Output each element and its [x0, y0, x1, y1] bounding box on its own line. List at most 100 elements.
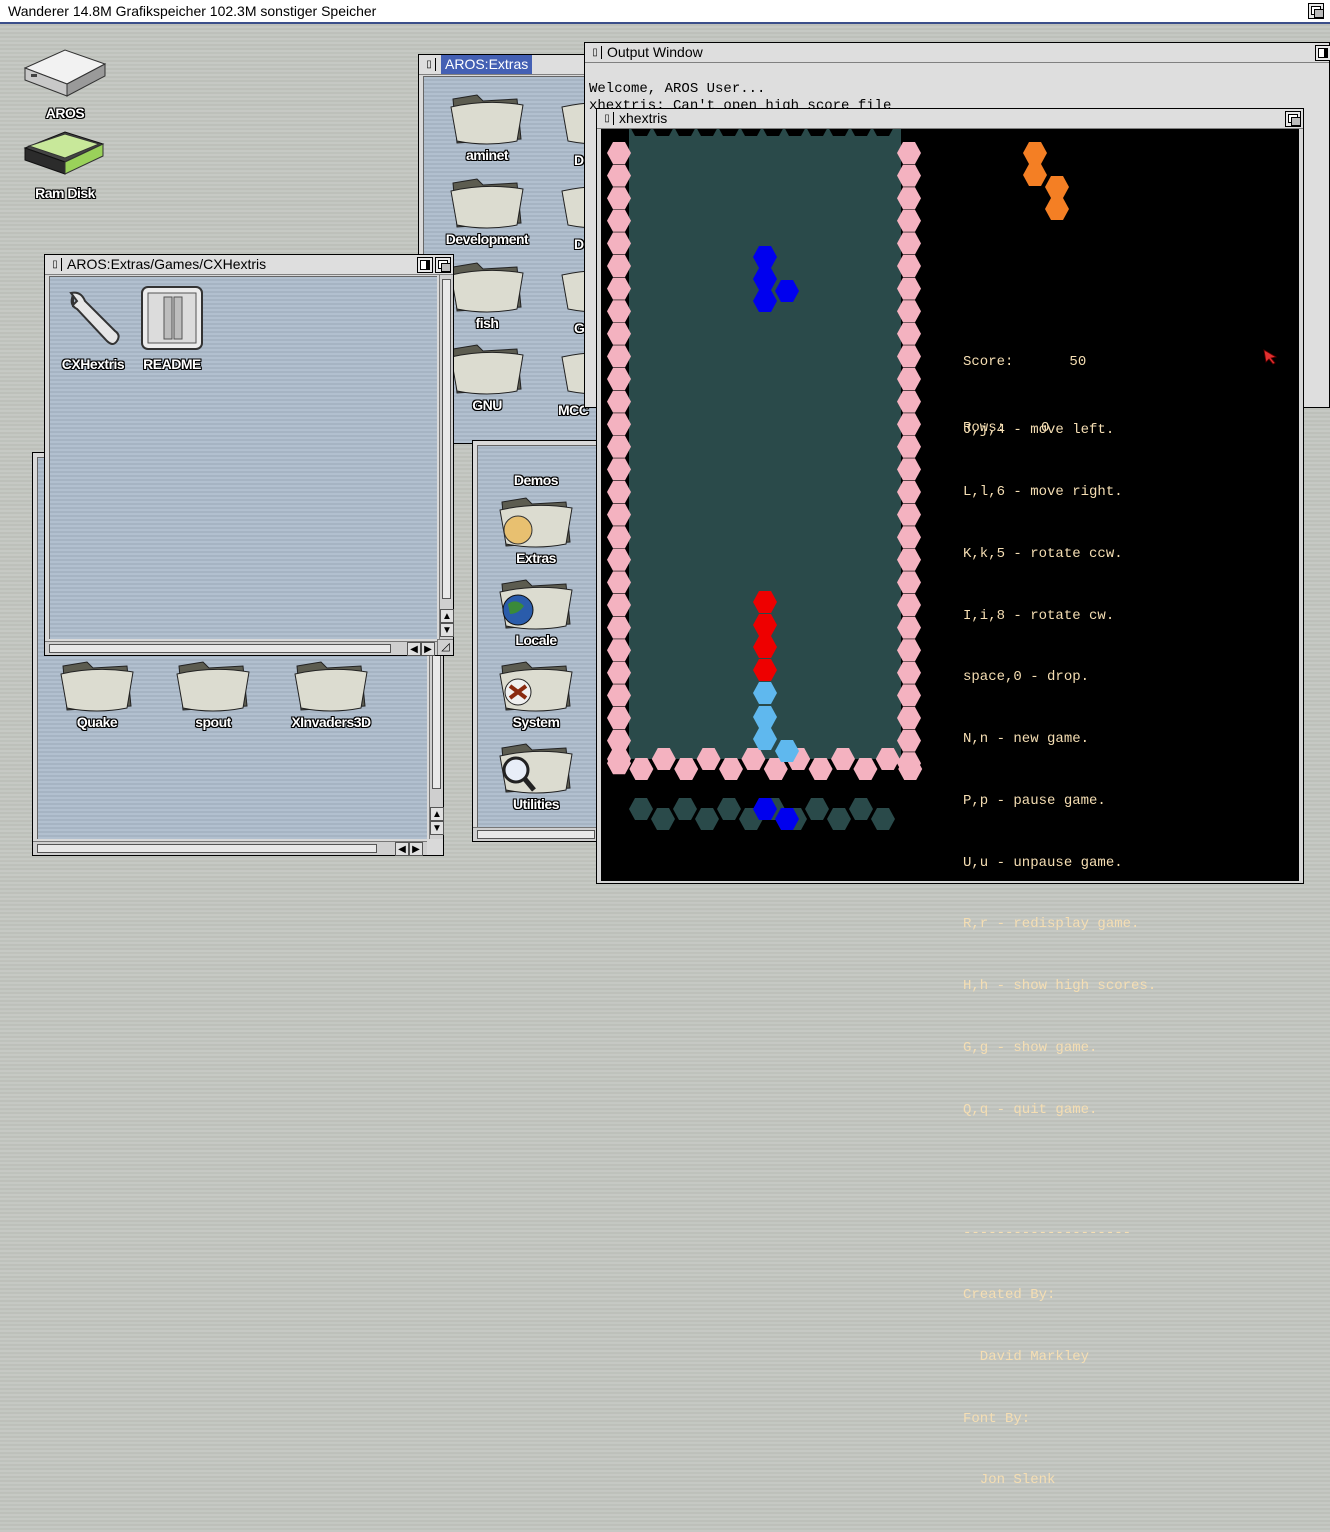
cxhextris-window-titlebar[interactable]: ▯ AROS:Extras/Games/CXHextris [45, 255, 453, 275]
wall-hex [607, 548, 631, 571]
score-value: 50 [1069, 354, 1087, 371]
scroll-down-icon[interactable]: ▼ [430, 821, 444, 835]
output-window-titlebar[interactable]: ▯ Output Window [585, 43, 1330, 63]
close-icon[interactable]: ▯ [601, 112, 614, 125]
wall-hex [607, 616, 631, 639]
help-line: J,j,4 - move left. [963, 422, 1115, 439]
floor-hex [853, 758, 878, 780]
folder-aminet[interactable]: aminet [432, 89, 542, 163]
folder-icon [450, 344, 524, 395]
scrollbar-knob[interactable] [477, 830, 595, 839]
folder-utilities[interactable]: Utilities [478, 738, 594, 812]
preview-row-hex [673, 798, 697, 820]
credit-line: Created By: [963, 1287, 1056, 1304]
output-window-title: Output Window [607, 44, 703, 60]
wall-hex [607, 435, 631, 458]
wall-hex [607, 187, 631, 210]
scrollbar-knob[interactable] [442, 279, 451, 599]
desktop-icon-label: Ram Disk [35, 185, 95, 201]
folder-icon [60, 661, 134, 712]
horizontal-scrollbar[interactable]: ◀ ▶ [45, 641, 437, 656]
folder-development[interactable]: Development [432, 173, 542, 247]
close-icon[interactable]: ▯ [423, 58, 436, 71]
wall-hex [607, 164, 631, 187]
wall-hex [607, 255, 631, 277]
help-text: J,j,4 - move left. L,l,6 - move right. K… [963, 379, 1156, 1532]
wall-hex [607, 526, 631, 549]
game-canvas[interactable]: Score: 50 Rows: 0 J,j,4 - move left. L,l,6… [601, 129, 1299, 1488]
preview-row-hex [629, 798, 653, 820]
file-readme[interactable]: README [134, 285, 210, 372]
wall-hex [607, 413, 631, 436]
xhextris-window-titlebar[interactable]: ▯ xhextris [597, 109, 1303, 129]
size-gadget-icon[interactable]: ◿ [437, 639, 453, 655]
scroll-up-icon[interactable]: ▲ [440, 609, 454, 623]
wall-hex [607, 322, 631, 345]
preview-row-hex [651, 808, 675, 830]
wall-hex [607, 661, 631, 684]
credit-line: Jon Slenk [963, 1472, 1056, 1489]
cxhextris-window-title: AROS:Extras/Games/CXHextris [67, 256, 267, 272]
wall-hex [607, 368, 631, 390]
harddisk-icon [23, 49, 107, 97]
score-label: Score: [963, 354, 1014, 371]
scroll-right-icon[interactable]: ▶ [409, 842, 423, 856]
scroll-left-icon[interactable]: ◀ [407, 642, 421, 656]
desktop-icon-aros[interactable]: AROS [10, 40, 120, 121]
folder-icon [450, 262, 524, 313]
help-line: K,k,5 - rotate ccw. [963, 545, 1123, 562]
folder-system[interactable]: System [478, 656, 594, 730]
wall-hex [607, 232, 631, 255]
tool-cxhextris[interactable]: CXHextris [52, 287, 134, 372]
wrench-icon [69, 291, 120, 345]
folder-icon [450, 94, 524, 145]
depth-icon[interactable] [1285, 111, 1301, 127]
wall-hex [607, 707, 631, 729]
scroll-down-icon[interactable]: ▼ [440, 623, 454, 637]
folder-locale[interactable]: Locale [478, 574, 594, 648]
extras-window-titlebar[interactable]: ▯ AROS:Extras [419, 55, 597, 75]
desktop-icon-ramdisk[interactable]: Ram Disk [10, 124, 120, 201]
horizontal-scrollbar[interactable] [473, 827, 599, 841]
folder-icon [499, 743, 573, 794]
folder-extras[interactable]: Extras [478, 492, 594, 566]
scrollbar-knob[interactable] [49, 644, 391, 653]
folder-icon [499, 579, 573, 630]
folder-icon [499, 661, 573, 712]
folder-xinvaders3d[interactable]: XInvaders3D [276, 656, 386, 730]
xhextris-window[interactable]: ▯ xhextris Score: 50 Rows: 0 J,j,4 - move … [596, 108, 1304, 1488]
extras-window-title: AROS:Extras [441, 55, 533, 74]
game-board[interactable] [601, 129, 1299, 881]
help-line: Q,q - quit game. [963, 1101, 1098, 1118]
wall-hex [607, 481, 631, 503]
close-icon[interactable]: ▯ [49, 258, 62, 271]
console-line: Welcome, AROS User... [589, 81, 766, 97]
extras-lower-window[interactable]: Demos Extras Locale System Utilities [472, 440, 600, 842]
horizontal-scrollbar[interactable]: ◀ ▶ [33, 841, 427, 856]
next-piece-hex [1045, 198, 1069, 220]
preview-row-hex [695, 808, 719, 830]
scroll-right-icon[interactable]: ▶ [421, 642, 435, 656]
folder-spout[interactable]: spout [158, 656, 268, 730]
folder-icon [294, 661, 368, 712]
help-line: U,u - unpause game. [963, 854, 1123, 871]
wall-hex [607, 142, 631, 164]
vertical-scrollbar[interactable]: ▲ ▼ [439, 275, 454, 639]
scrollbar-knob[interactable] [37, 844, 377, 853]
floor-hex [719, 758, 743, 780]
cxhextris-window-contents: CXHextris README [49, 276, 437, 639]
depth-icon[interactable] [435, 257, 451, 273]
preview-row-hex [717, 798, 741, 820]
close-icon[interactable]: ▯ [589, 46, 602, 59]
cxhextris-window[interactable]: ▯ AROS:Extras/Games/CXHextris CXHextris … [44, 254, 454, 656]
scroll-left-icon[interactable]: ◀ [395, 842, 409, 856]
screen-depth-icon[interactable] [1308, 3, 1324, 19]
zoom-icon[interactable] [1315, 45, 1330, 61]
wall-hex [607, 209, 631, 232]
scroll-up-icon[interactable]: ▲ [430, 807, 444, 821]
help-line: N,n - new game. [963, 731, 1090, 748]
zoom-icon[interactable] [417, 257, 433, 273]
folder-quake[interactable]: Quake [42, 656, 152, 730]
folder-demos[interactable]: Demos [478, 446, 594, 488]
screen-title: Wanderer 14.8M Grafikspeicher 102.3M son… [8, 3, 377, 19]
